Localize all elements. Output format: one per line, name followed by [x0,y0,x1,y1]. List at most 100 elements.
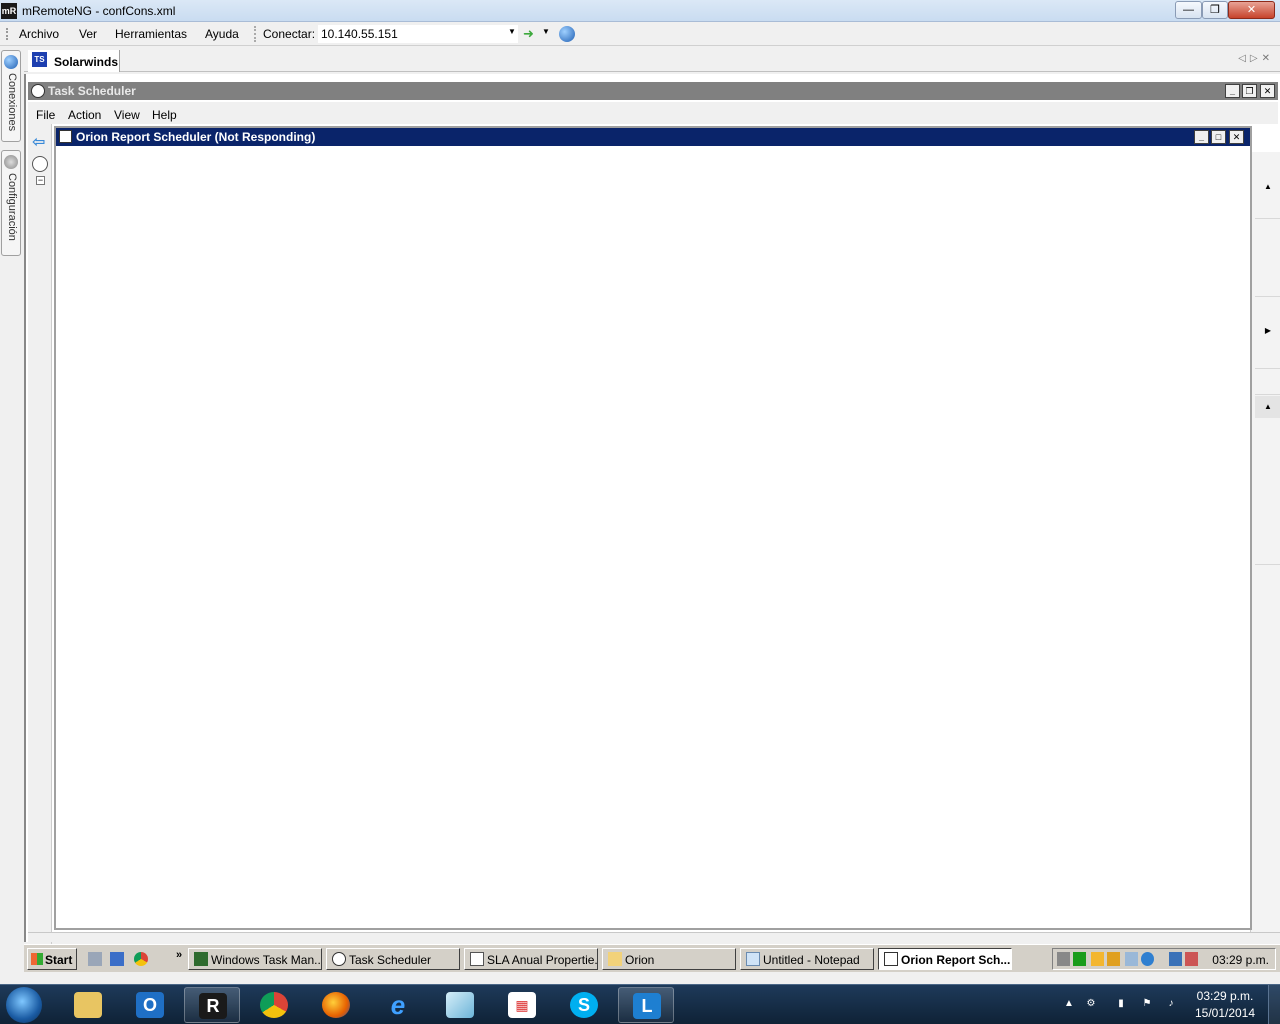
show-desktop-button[interactable] [1268,985,1280,1024]
connect-protocol-dropdown-icon[interactable]: ▼ [542,27,550,36]
mremoteng-app-icon: mR [1,3,17,19]
pinned-mremoteng[interactable]: R [184,987,240,1023]
task-orion-folder[interactable]: Orion [602,948,736,970]
menubar-grip[interactable] [6,28,8,40]
host-minimize-button[interactable]: — [1175,1,1202,19]
scheduler-window-icon [884,952,898,966]
orion-report-scheduler-title-bar[interactable]: Orion Report Scheduler (Not Responding) … [56,128,1250,146]
folder-icon [608,952,622,966]
pinned-outlook[interactable]: O [122,987,178,1023]
gear-icon [4,155,18,169]
host-close-button[interactable]: ✕ [1228,1,1275,19]
server-manager-icon[interactable] [88,952,102,966]
tab-conexiones-label: Conexiones [6,73,18,132]
actions-submenu-arrow-icon[interactable]: ▶ [1255,320,1280,342]
alert-icon[interactable] [1091,952,1104,966]
task-scheduler-title: Task Scheduler [48,84,136,98]
printer-icon[interactable] [1125,952,1138,966]
child-minimize-button[interactable]: _ [1194,130,1209,144]
menu-herramientas[interactable]: Herramientas [115,27,187,41]
host-title-bar: mR mRemoteNG - confCons.xml — ❐ ✕ [0,0,1280,22]
host-window-title: mRemoteNG - confCons.xml [22,4,176,18]
task-windows-task-manager[interactable]: Windows Task Man... [188,948,322,970]
remote-clock: 03:29 p.m. [1212,953,1269,967]
menu-action[interactable]: Action [68,108,101,122]
task-sla-anual-properties[interactable]: SLA Anual Propertie... [464,948,598,970]
menu-view[interactable]: View [114,108,140,122]
tab-conexiones[interactable]: Conexiones [1,50,21,142]
clock-icon [332,952,346,966]
child-maximize-button[interactable]: □ [1211,130,1226,144]
shield-icon[interactable] [1107,952,1120,966]
volume-icon[interactable]: ♪ [1164,998,1178,1012]
volume-muted-icon[interactable] [1185,952,1198,966]
pinned-explorer[interactable] [60,987,116,1023]
mmc-restore-button[interactable]: ❐ [1242,84,1257,98]
host-clock-date[interactable]: 15/01/2014 [1190,1006,1260,1020]
firefox-icon [322,992,350,1018]
search-icon[interactable] [1057,952,1070,966]
menubar-separator [254,26,256,42]
menu-help[interactable]: Help [152,108,177,122]
connect-go-icon[interactable]: ➜ [523,26,534,42]
mmc-minimize-button[interactable]: _ [1225,84,1240,98]
task-label: Untitled - Notepad [763,953,860,967]
pinned-apps-grid[interactable]: ▦ [494,987,550,1023]
connect-address-input[interactable] [318,25,518,43]
remote-start-button[interactable]: Start [27,948,77,970]
show-desktop-icon[interactable] [110,952,124,966]
terminal-server-icon: TS [32,52,47,67]
tab-navigation-controls[interactable]: ◁▷✕ [1238,53,1274,64]
task-orion-report-scheduler[interactable]: Orion Report Sch... [878,948,1012,970]
lync-icon: L [633,993,661,1019]
tab-configuracion[interactable]: Configuración [1,150,21,256]
monitor-icon[interactable] [1073,952,1086,966]
clock-icon [31,84,45,98]
network-icon[interactable]: ⚙ [1084,998,1098,1012]
mremoteng-icon: R [199,993,227,1019]
windows-start-orb[interactable] [6,987,42,1023]
main-menubar: Archivo Ver Herramientas Ayuda Conectar:… [0,22,1280,46]
pinned-app[interactable] [432,987,488,1023]
actions-collapse-up-icon-2[interactable]: ▲ [1255,396,1280,418]
task-task-scheduler[interactable]: Task Scheduler [326,948,460,970]
menu-ayuda[interactable]: Ayuda [205,27,239,41]
globe-icon[interactable] [559,26,575,42]
power-icon[interactable]: ▮ [1114,998,1128,1012]
menu-ver[interactable]: Ver [79,27,97,41]
chrome-quicklaunch-icon[interactable] [134,952,148,966]
mmc-close-button[interactable]: ✕ [1260,84,1275,98]
pinned-chrome[interactable] [246,987,302,1023]
actions-collapse-up-icon[interactable]: ▲ [1255,176,1280,198]
back-arrow-icon[interactable]: ⇦ [32,132,45,152]
host-taskbar: O R e ▦ S L ▲ ⚙ ▮ ⚑ ♪ 03:29 p.m. 15/01/2… [0,984,1280,1024]
show-hidden-icons-icon[interactable]: ▲ [1062,998,1076,1012]
pinned-skype[interactable]: S [556,987,612,1023]
host-clock-time[interactable]: 03:29 p.m. [1190,989,1260,1003]
network-icon[interactable] [1169,952,1182,966]
network-globe-icon[interactable] [1141,952,1154,966]
explorer-icon [74,992,102,1018]
menu-file[interactable]: File [36,108,55,122]
connect-dropdown-arrow-icon[interactable]: ▼ [508,27,516,36]
quicklaunch-more-icon[interactable]: » [176,949,182,961]
tree-collapse-icon[interactable]: − [36,176,45,185]
remote-session-viewport[interactable]: Task Scheduler _ ❐ ✕ File Action View He… [24,74,1280,964]
actions-divider [1255,564,1280,565]
host-restore-button[interactable]: ❐ [1202,1,1228,19]
pinned-lync[interactable]: L [618,987,674,1023]
menu-archivo[interactable]: Archivo [19,27,59,41]
connections-globe-icon [4,55,18,69]
pinned-firefox[interactable] [308,987,364,1023]
action-center-flag-icon[interactable]: ⚑ [1140,998,1154,1012]
pinned-internet-explorer[interactable]: e [370,987,426,1023]
task-notepad[interactable]: Untitled - Notepad [740,948,874,970]
tab-solarwinds[interactable]: TS Solarwinds [28,50,120,72]
task-scheduler-menubar: File Action View Help [28,102,1278,124]
remote-system-tray: 03:29 p.m. [1052,948,1276,970]
task-label: Windows Task Man... [211,953,322,967]
task-scheduler-node-icon[interactable] [32,156,48,172]
child-close-button[interactable]: ✕ [1229,130,1244,144]
skype-icon: S [570,992,598,1018]
orion-report-scheduler-window[interactable]: Orion Report Scheduler (Not Responding) … [54,126,1252,930]
